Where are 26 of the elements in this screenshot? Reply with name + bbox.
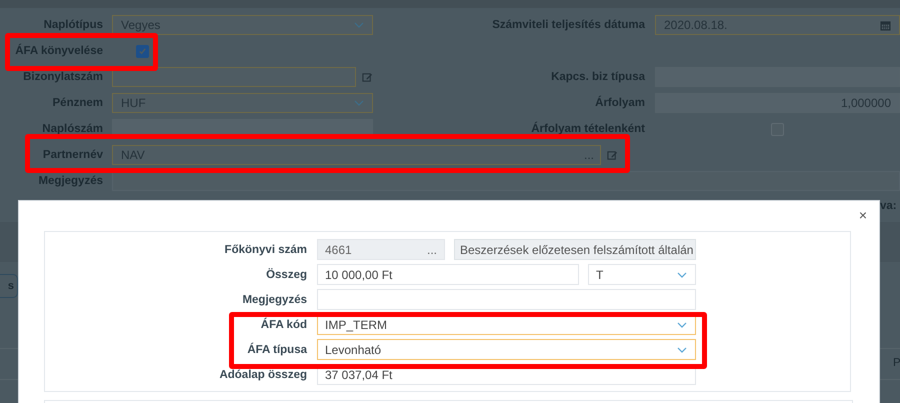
lookup-button[interactable]: ... — [426, 242, 437, 256]
checkbox[interactable] — [136, 44, 149, 58]
edit-icon[interactable] — [362, 72, 373, 82]
chevron-down-icon — [677, 272, 687, 278]
input-field[interactable] — [112, 171, 900, 191]
chevron-down-icon — [677, 347, 687, 353]
calendar-icon[interactable] — [880, 20, 891, 31]
dropdown[interactable]: Levonható — [317, 339, 696, 360]
dropdown[interactable]: T — [588, 264, 696, 285]
close-button[interactable]: × — [858, 207, 867, 223]
chevron-down-icon — [354, 22, 364, 28]
chevron-down-icon — [354, 100, 364, 106]
edit-icon[interactable] — [607, 150, 618, 160]
field-label: Adóalap összeg — [218, 368, 307, 380]
input-field[interactable] — [112, 67, 356, 87]
checkmark-icon — [138, 46, 147, 56]
input-field[interactable]: 10 000,00 Ft — [317, 264, 579, 285]
field-label: Főkönyvi szám — [224, 244, 307, 256]
input-field[interactable]: 4661 ... — [317, 239, 445, 260]
dropdown[interactable]: IMP_TERM — [317, 314, 696, 335]
chevron-down-icon — [677, 322, 687, 328]
field-label: Megjegyzés — [241, 294, 307, 306]
account-name-button[interactable]: Beszerzések előzetesen felszámított általán — [454, 239, 696, 260]
field-label: ÁFA kód — [260, 318, 307, 330]
field-label: ÁFA típusa — [246, 344, 307, 356]
field-label: Összeg — [265, 268, 307, 280]
